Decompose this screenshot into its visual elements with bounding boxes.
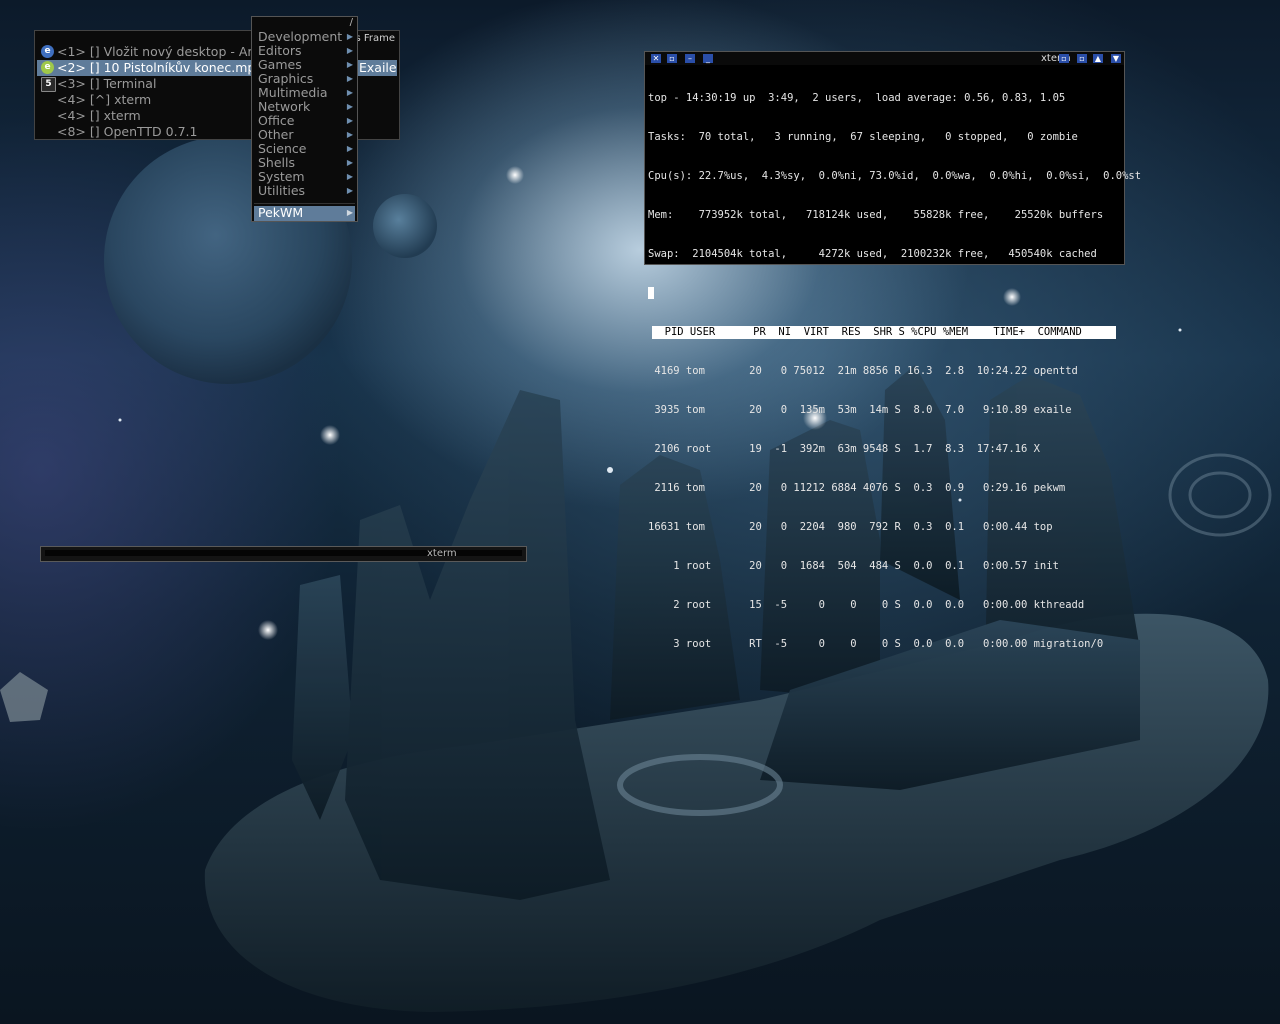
menu-item-label: Utilities bbox=[258, 183, 306, 198]
menu-item-network[interactable]: Network ▶ bbox=[254, 100, 355, 114]
top-summary-line: top - 14:30:19 up 3:49, 2 users, load av… bbox=[648, 92, 1066, 104]
window-list-item-label: <2> [] 10 Pistolníkův konec.mp bbox=[57, 60, 256, 75]
menu-item-label: Science bbox=[258, 141, 307, 156]
submenu-arrow-icon: ▶ bbox=[346, 88, 353, 97]
menu-item-label: Development bbox=[258, 29, 343, 44]
process-row: 3935 tom 20 0 135m 53m 14m S 8.0 7.0 9:1… bbox=[648, 404, 1072, 416]
terminal-cursor bbox=[648, 287, 654, 299]
lower-icon[interactable]: ▼ bbox=[1111, 54, 1121, 63]
window-list-item-label: <1> [] Vložit nový desktop - Arc bbox=[57, 44, 260, 59]
window-list-item-extra: Exaile bbox=[359, 60, 397, 75]
menu-item-office[interactable]: Office ▶ bbox=[254, 114, 355, 128]
top-summary-line: Tasks: 70 total, 3 running, 67 sleeping,… bbox=[648, 131, 1078, 143]
submenu-arrow-icon: ▶ bbox=[346, 32, 353, 41]
submenu-arrow-icon: ▶ bbox=[346, 60, 353, 69]
submenu-arrow-icon: ▶ bbox=[346, 102, 353, 111]
asteroid-rock bbox=[0, 672, 48, 722]
iconify-icon[interactable]: _ bbox=[703, 54, 713, 63]
menu-item-shells[interactable]: Shells ▶ bbox=[254, 156, 355, 170]
process-row: 4169 tom 20 0 75012 21m 8856 R 16.3 2.8 … bbox=[648, 365, 1078, 377]
menu-item-label: Graphics bbox=[258, 71, 314, 86]
window-list-item-label: <4> [] xterm bbox=[57, 108, 141, 123]
menu-item-development[interactable]: Development ▶ bbox=[254, 30, 355, 44]
menu-item-label: Other bbox=[258, 127, 294, 142]
process-row: 1 root 20 0 1684 504 484 S 0.0 0.1 0:00.… bbox=[648, 560, 1059, 572]
xterm-shaded-window[interactable]: xterm bbox=[40, 546, 527, 562]
submenu-arrow-icon: ▶ bbox=[346, 130, 353, 139]
root-menu-title: / bbox=[349, 17, 353, 28]
menu-item-multimedia[interactable]: Multimedia ▶ bbox=[254, 86, 355, 100]
top-summary-line: Cpu(s): 22.7%us, 4.3%sy, 0.0%ni, 73.0%id… bbox=[648, 170, 1142, 182]
browser-icon: e bbox=[41, 45, 54, 58]
maximize-icon[interactable]: ▫ bbox=[1059, 54, 1069, 63]
menu-item-label: Games bbox=[258, 57, 302, 72]
menu-separator bbox=[254, 203, 355, 204]
menu-item-label: Office bbox=[258, 113, 295, 128]
process-row: 16631 tom 20 0 2204 980 792 R 0.3 0.1 0:… bbox=[648, 521, 1053, 533]
window-list-item-label: <4> [^] xterm bbox=[57, 92, 152, 107]
root-menu: / Development ▶ Editors ▶ Games ▶ Graphics ▶… bbox=[251, 16, 358, 222]
window-list-item-label: <8> [] OpenTTD 0.7.1 bbox=[57, 124, 198, 139]
window-titlebar[interactable]: ✕ ▫ – _ xterm ▫ ▫ ▲ ▼ bbox=[645, 52, 1124, 65]
top-summary-line: Mem: 773952k total, 718124k used, 55828k… bbox=[648, 209, 1104, 221]
process-row: 2106 root 19 -1 392m 63m 9548 S 1.7 8.3 … bbox=[648, 443, 1040, 455]
process-row: 2116 tom 20 0 11212 6884 4076 S 0.3 0.9 … bbox=[648, 482, 1066, 494]
window-menu-icon[interactable]: ▫ bbox=[667, 54, 677, 63]
process-row: 3 root RT -5 0 0 0 S 0.0 0.0 0:00.00 mig… bbox=[648, 638, 1104, 650]
menu-item-other[interactable]: Other ▶ bbox=[254, 128, 355, 142]
terminal-icon: 5 bbox=[41, 77, 56, 92]
menu-item-system[interactable]: System ▶ bbox=[254, 170, 355, 184]
menu-item-label: PekWM bbox=[258, 205, 304, 220]
menu-item-editors[interactable]: Editors ▶ bbox=[254, 44, 355, 58]
window-title: xterm bbox=[427, 548, 457, 559]
process-row: 2 root 15 -5 0 0 0 S 0.0 0.0 0:00.00 kth… bbox=[648, 599, 1085, 611]
menu-item-label: Network bbox=[258, 99, 311, 114]
fill-icon[interactable]: ▫ bbox=[1077, 54, 1087, 63]
top-summary-line: Swap: 2104504k total, 4272k used, 210023… bbox=[648, 248, 1097, 260]
raise-icon[interactable]: ▲ bbox=[1093, 54, 1103, 63]
submenu-arrow-icon: ▶ bbox=[346, 46, 353, 55]
menu-item-games[interactable]: Games ▶ bbox=[254, 58, 355, 72]
process-table-header: PID USER PR NI VIRT RES SHR S %CPU %MEM … bbox=[652, 326, 1116, 339]
menu-item-pekwm[interactable]: PekWM ▶ bbox=[254, 206, 355, 221]
spaceship-disc bbox=[1168, 453, 1272, 537]
terminal-output[interactable]: top - 14:30:19 up 3:49, 2 users, load av… bbox=[648, 66, 1142, 677]
menu-item-label: System bbox=[258, 169, 305, 184]
menu-item-graphics[interactable]: Graphics ▶ bbox=[254, 72, 355, 86]
menu-item-label: Editors bbox=[258, 43, 302, 58]
submenu-arrow-icon: ▶ bbox=[346, 158, 353, 167]
submenu-arrow-icon: ▶ bbox=[346, 172, 353, 181]
menu-item-label: Shells bbox=[258, 155, 296, 170]
planet-small bbox=[373, 194, 437, 258]
menu-item-science[interactable]: Science ▶ bbox=[254, 142, 355, 156]
close-icon[interactable]: ✕ bbox=[651, 54, 661, 63]
submenu-arrow-icon: ▶ bbox=[346, 144, 353, 153]
submenu-arrow-icon: ▶ bbox=[346, 116, 353, 125]
menu-item-label: Multimedia bbox=[258, 85, 328, 100]
submenu-arrow-icon: ▶ bbox=[346, 186, 353, 195]
shade-icon[interactable]: – bbox=[685, 54, 695, 63]
menu-item-utilities[interactable]: Utilities ▶ bbox=[254, 184, 355, 198]
submenu-arrow-icon: ▶ bbox=[346, 74, 353, 83]
frame-label: s Frame bbox=[355, 33, 395, 44]
terminal-cursor-line bbox=[648, 287, 1121, 300]
submenu-arrow-icon: ▶ bbox=[346, 208, 353, 217]
window-list-item-label: <3> [] Terminal bbox=[57, 76, 157, 91]
xterm-window[interactable]: ✕ ▫ – _ xterm ▫ ▫ ▲ ▼ top - 14:30:19 up … bbox=[644, 51, 1141, 650]
media-player-icon: e bbox=[41, 61, 54, 74]
